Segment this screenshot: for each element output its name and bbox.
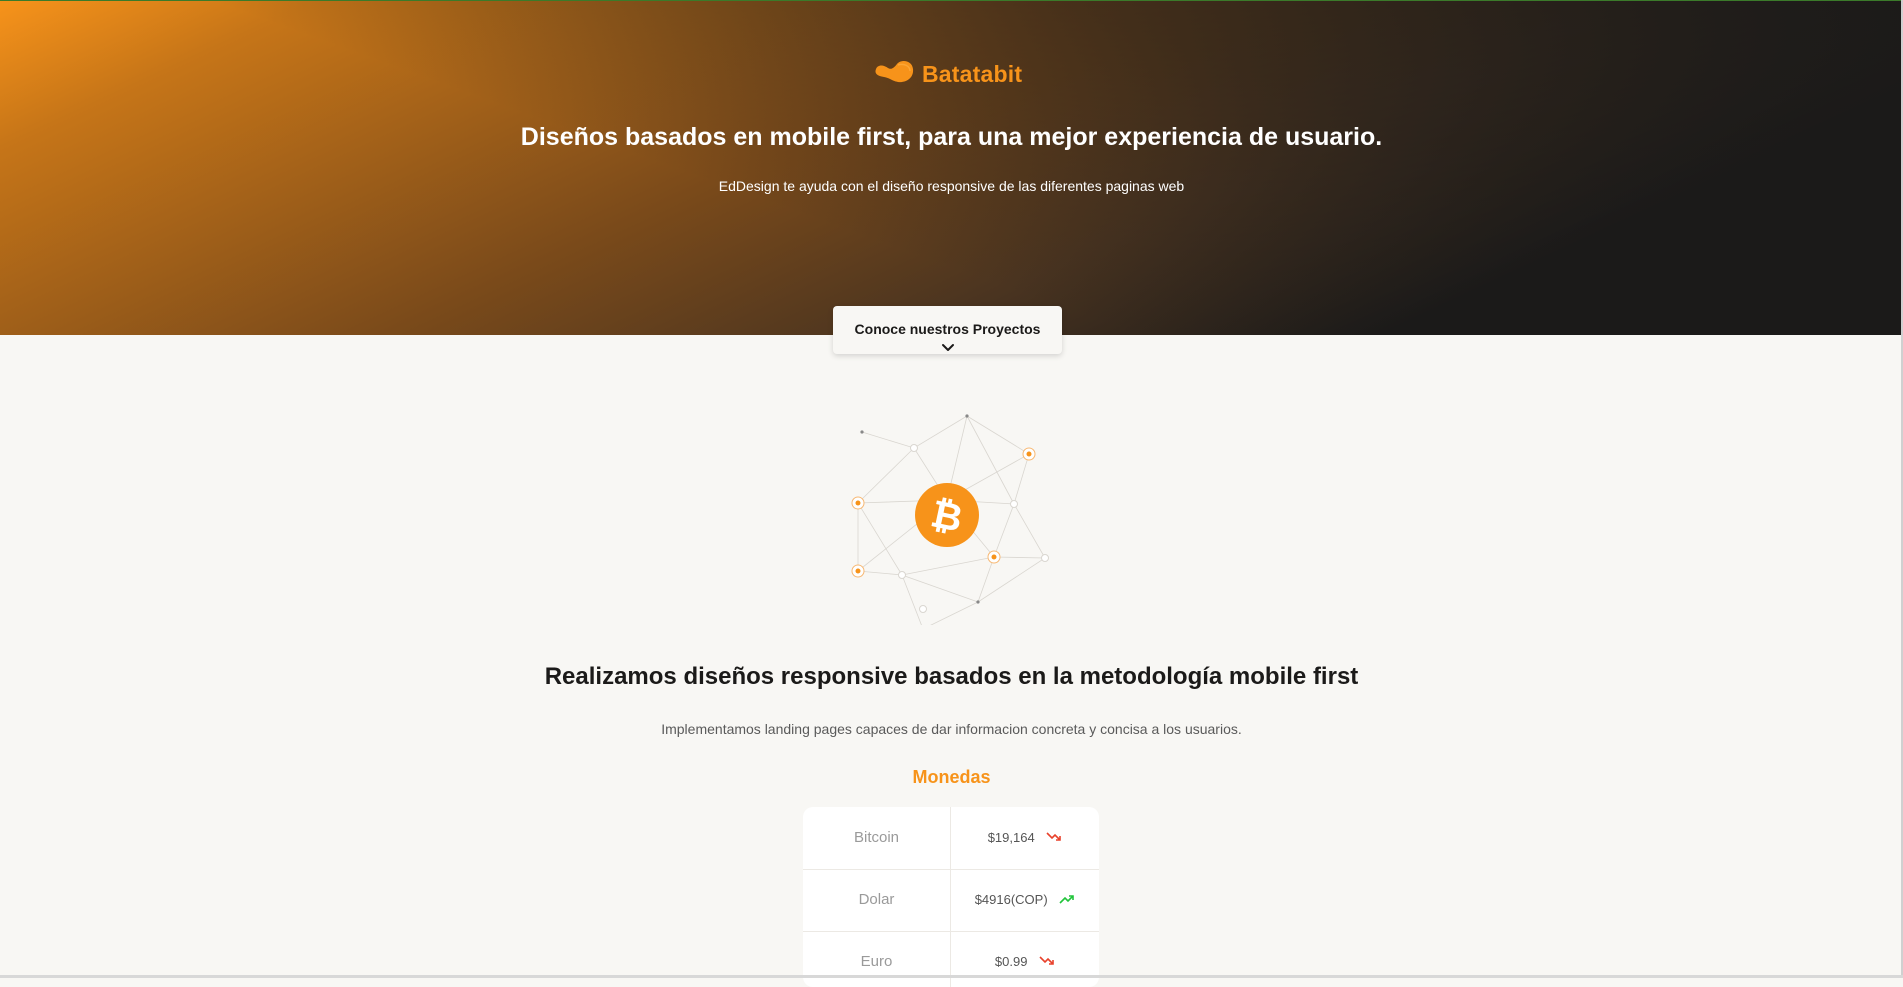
- coins-title: Monedas: [912, 767, 991, 787]
- coin-value: $19,164: [987, 830, 1035, 845]
- table-row: Euro $0.99: [803, 931, 1099, 987]
- trending-down-icon: [1039, 955, 1055, 970]
- top-border: [0, 0, 1903, 1]
- projects-button[interactable]: Conoce nuestros Proyectos: [833, 306, 1062, 354]
- coin-value: $4916(COP): [974, 892, 1048, 907]
- brand-logo[interactable]: Batatabit: [874, 59, 1022, 90]
- coin-name: Bitcoin: [853, 829, 900, 846]
- table-row: Dolar $4916(COP): [803, 869, 1099, 932]
- trending-down-icon: [1046, 831, 1062, 846]
- bitcoin-network-icon: ₿: [840, 405, 1060, 630]
- chevron-down-icon: [941, 339, 955, 355]
- projects-button-label: Conoce nuestros Proyectos: [854, 321, 1041, 337]
- coin-name: Euro: [860, 953, 893, 970]
- hero-gradient-overlay: [0, 1, 1903, 335]
- coin-name: Dolar: [858, 891, 895, 908]
- hero-subtitle: EdDesign te ayuda con el diseño responsi…: [718, 178, 1185, 194]
- table-row: Bitcoin $19,164: [803, 807, 1099, 870]
- hero-section: Batatabit Diseños basados en mobile firs…: [0, 1, 1903, 335]
- hero-title: Diseños basados en mobile first, para un…: [520, 123, 1383, 151]
- section-description: Implementamos landing pages capaces de d…: [661, 721, 1242, 737]
- coin-value-cell: $0.99: [951, 954, 1099, 970]
- bitcoin-icon: ₿: [915, 483, 979, 547]
- coin-value: $0.99: [994, 954, 1028, 969]
- coins-table: Bitcoin $19,164 Dolar $4916(COP) Euro $0…: [803, 807, 1099, 987]
- coin-value-cell: $4916(COP): [951, 892, 1099, 908]
- section-title: Realizamos diseños responsive basados en…: [544, 663, 1359, 690]
- brand-name: Batatabit: [922, 61, 1023, 87]
- trending-up-icon: [1059, 893, 1075, 908]
- batata-logo-icon: [874, 59, 914, 90]
- coin-value-cell: $19,164: [951, 830, 1099, 846]
